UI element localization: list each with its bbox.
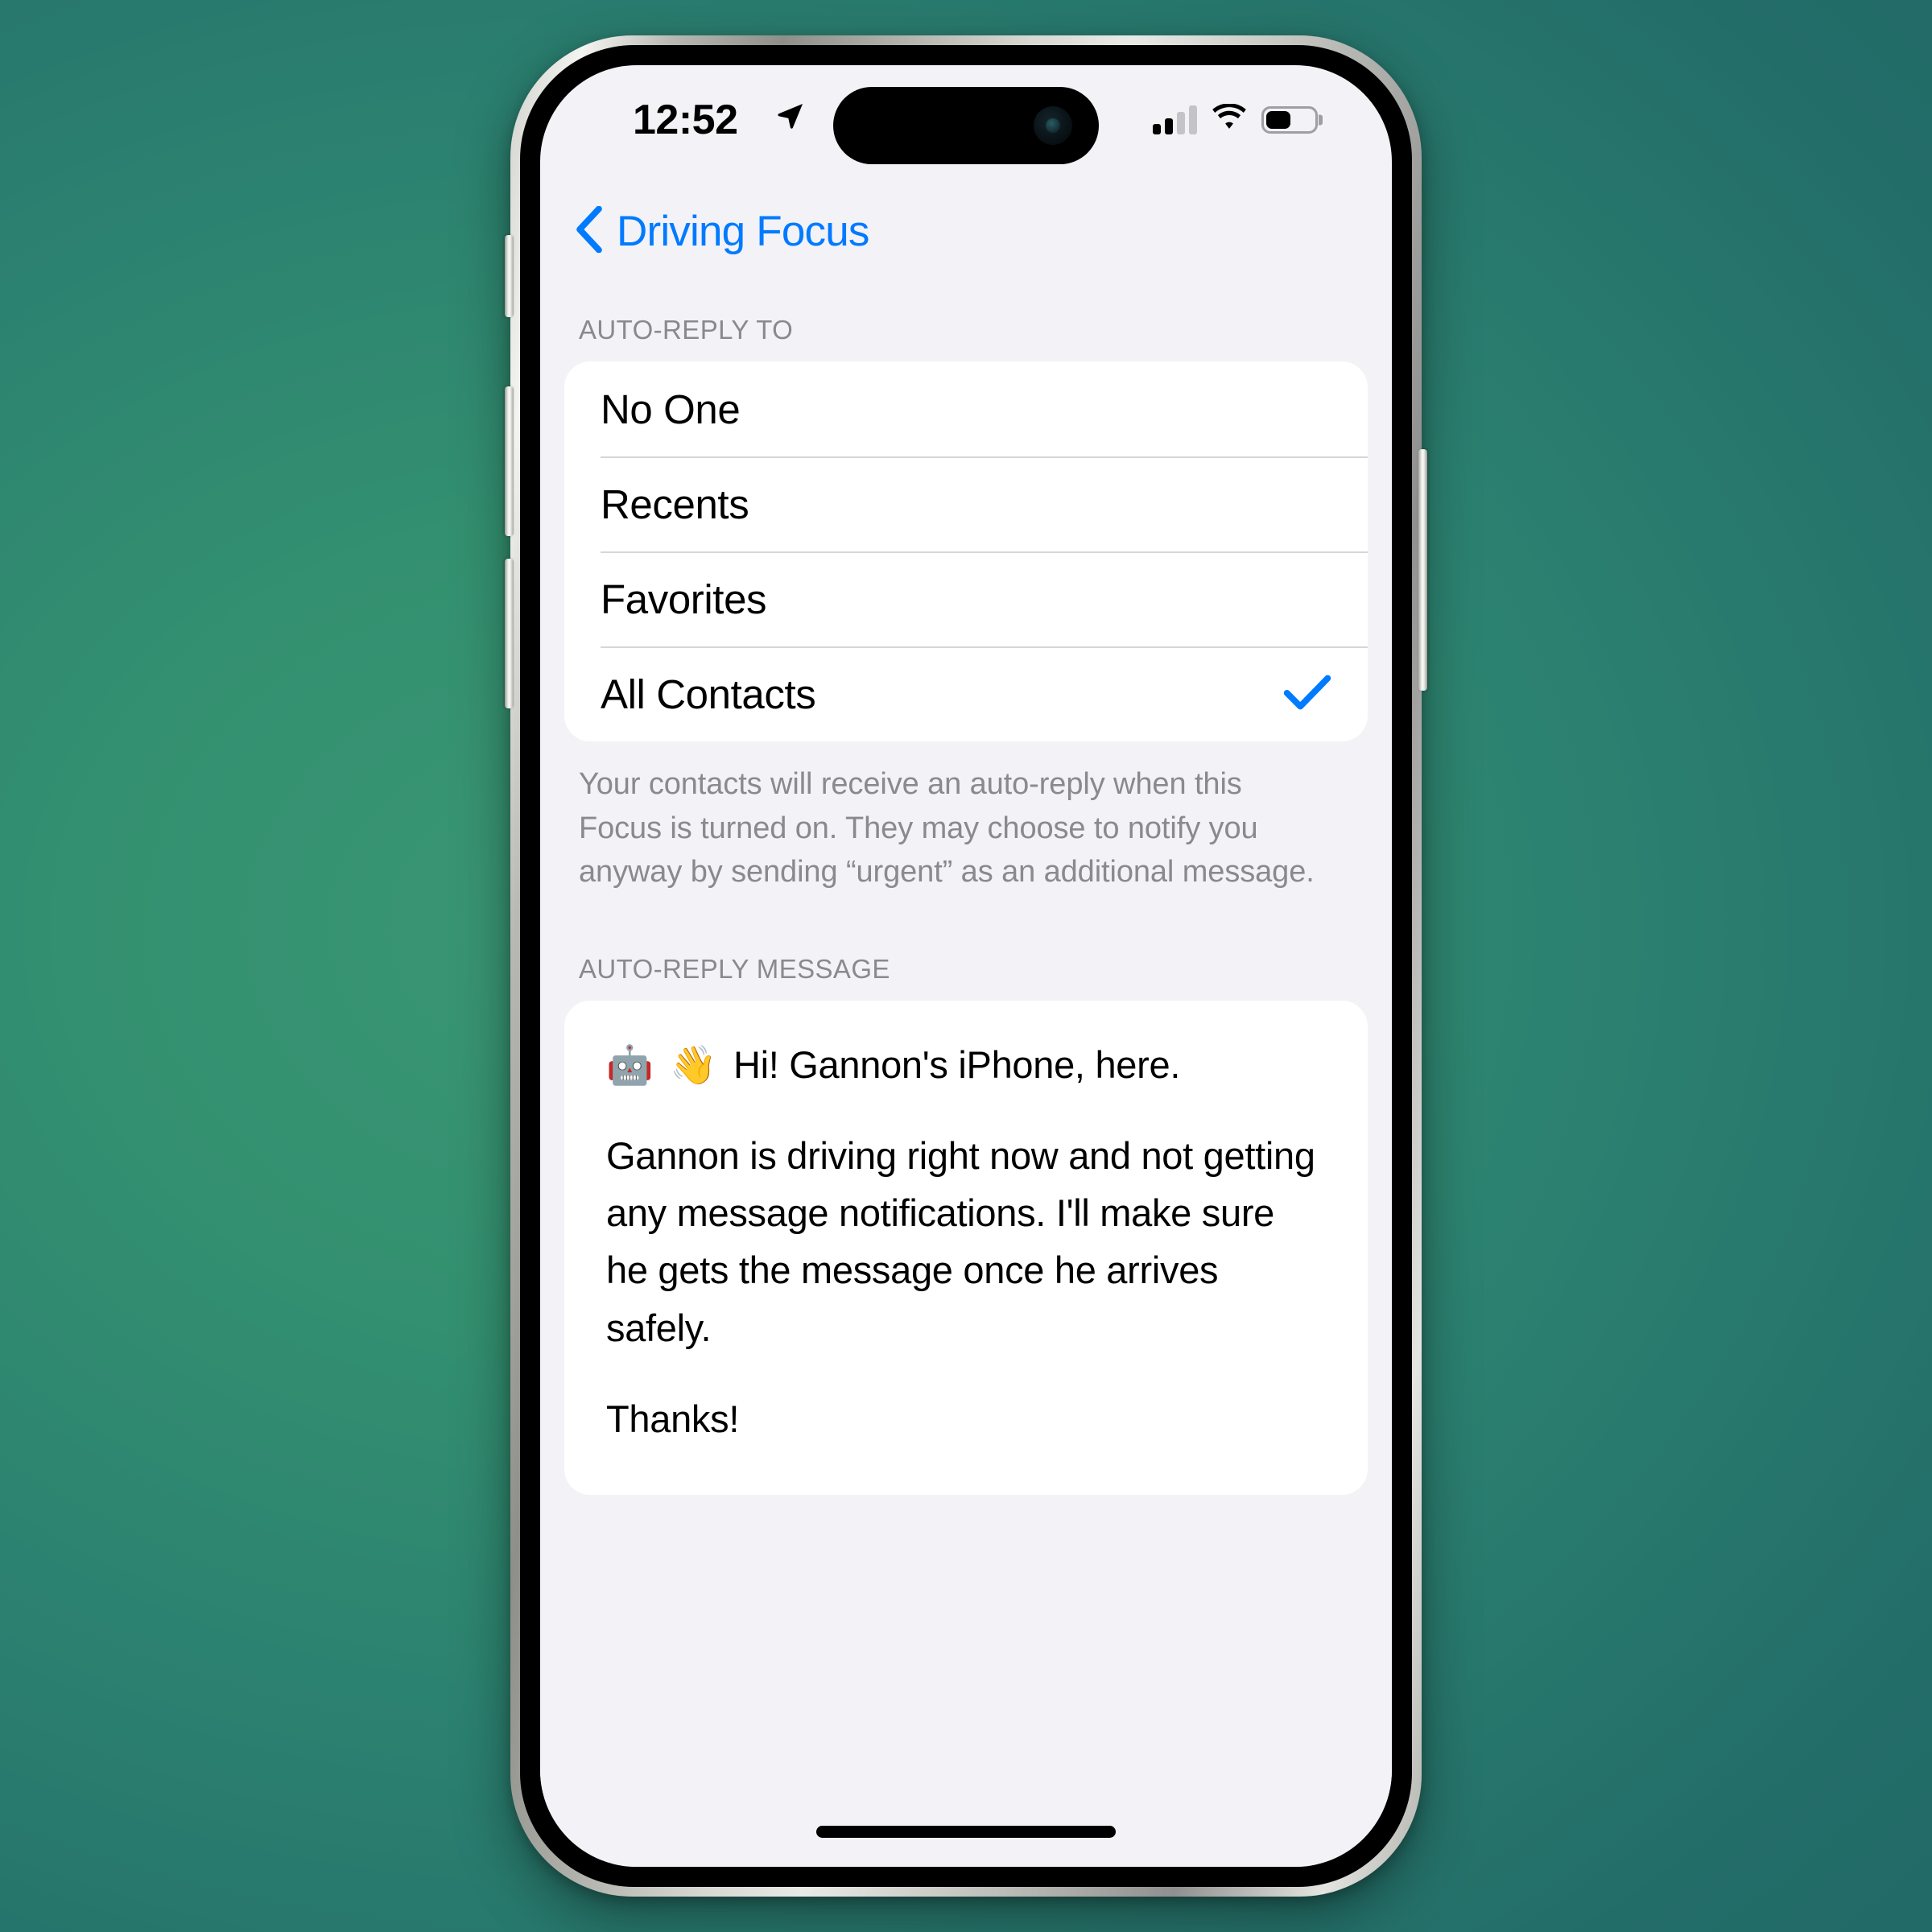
settings-content: AUTO-REPLY TO No One Recents Favorites A… bbox=[540, 276, 1392, 1867]
power-button[interactable] bbox=[1418, 449, 1427, 691]
status-bar-time: 12:52 bbox=[633, 97, 738, 143]
auto-reply-message-field[interactable]: 🤖 👋 Hi! Gannon's iPhone, here. Gannon is… bbox=[564, 1001, 1368, 1495]
home-indicator[interactable] bbox=[816, 1826, 1116, 1838]
list-item-no-one[interactable]: No One bbox=[564, 361, 1368, 456]
list-item-favorites[interactable]: Favorites bbox=[564, 551, 1368, 646]
list-item-label: Recents bbox=[601, 481, 749, 527]
volume-down-button[interactable] bbox=[505, 559, 514, 708]
auto-reply-to-list: No One Recents Favorites All Contacts bbox=[564, 361, 1368, 741]
list-item-label: All Contacts bbox=[601, 671, 816, 717]
dynamic-island bbox=[833, 87, 1099, 164]
auto-reply-to-section-header: AUTO-REPLY TO bbox=[579, 315, 794, 345]
mute-switch-button[interactable] bbox=[505, 235, 514, 317]
list-item-all-contacts[interactable]: All Contacts bbox=[564, 646, 1368, 741]
phone-device-frame: 12:52 Driving Focus AUTO-REPLY TO No One… bbox=[505, 35, 1427, 1897]
auto-reply-to-footer-text: Your contacts will receive an auto-reply… bbox=[579, 767, 1315, 890]
message-greeting-line: 🤖 👋 Hi! Gannon's iPhone, here. bbox=[606, 1036, 1326, 1094]
phone-bezel: 12:52 Driving Focus AUTO-REPLY TO No One… bbox=[520, 45, 1412, 1887]
status-bar-indicators bbox=[1153, 103, 1323, 135]
status-bar: 12:52 bbox=[540, 65, 1392, 186]
navigation-bar: Driving Focus bbox=[540, 186, 1392, 276]
phone-screen: 12:52 Driving Focus AUTO-REPLY TO No One… bbox=[540, 65, 1392, 1867]
back-button[interactable]: Driving Focus bbox=[576, 205, 869, 257]
message-greeting-text: Hi! Gannon's iPhone, here. bbox=[733, 1043, 1181, 1087]
message-closing-text: Thanks! bbox=[606, 1397, 740, 1441]
list-item-recents[interactable]: Recents bbox=[564, 456, 1368, 551]
auto-reply-message-section-header: AUTO-REPLY MESSAGE bbox=[579, 954, 890, 985]
robot-emoji-icon: 🤖 bbox=[606, 1043, 654, 1088]
list-item-label: Favorites bbox=[601, 576, 767, 622]
chevron-left-icon bbox=[576, 205, 603, 257]
wifi-icon bbox=[1211, 103, 1248, 135]
checkmark-icon bbox=[1283, 674, 1331, 715]
battery-icon bbox=[1261, 105, 1323, 134]
message-body-text: Gannon is driving right now and not gett… bbox=[606, 1133, 1315, 1349]
waving-hand-emoji-icon: 👋 bbox=[670, 1043, 717, 1088]
location-arrow-icon bbox=[775, 101, 806, 135]
back-button-label: Driving Focus bbox=[617, 207, 869, 255]
list-item-label: No One bbox=[601, 386, 741, 432]
volume-up-button[interactable] bbox=[505, 386, 514, 536]
front-camera-icon bbox=[1034, 106, 1072, 145]
cellular-signal-icon bbox=[1153, 105, 1197, 134]
